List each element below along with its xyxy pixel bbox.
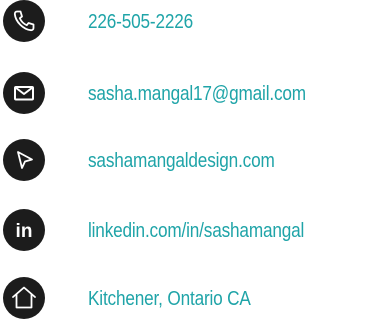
contact-row-phone: 226-505-2226 xyxy=(3,0,375,44)
linkedin-icon: in xyxy=(3,209,45,251)
home-icon xyxy=(3,277,45,319)
envelope-icon xyxy=(3,72,45,114)
contact-row-linkedin: in linkedin.com/in/sashamangal xyxy=(3,209,375,253)
contact-list: 226-505-2226 sasha.mangal17@gmail.com sa… xyxy=(0,0,378,323)
website-link[interactable]: sashamangaldesign.com xyxy=(88,146,275,176)
phone-icon xyxy=(3,0,45,42)
linkedin-icon-label: in xyxy=(16,221,33,242)
email-link[interactable]: sasha.mangal17@gmail.com xyxy=(88,79,306,109)
phone-number[interactable]: 226-505-2226 xyxy=(88,7,193,37)
location-text: Kitchener, Ontario CA xyxy=(88,288,251,310)
linkedin-link[interactable]: linkedin.com/in/sashamangal xyxy=(88,216,304,246)
contact-row-email: sasha.mangal17@gmail.com xyxy=(3,72,375,116)
cursor-arrow-icon xyxy=(3,139,45,181)
contact-row-website: sashamangaldesign.com xyxy=(3,139,375,183)
contact-row-location: Kitchener, Ontario CA xyxy=(3,277,375,321)
